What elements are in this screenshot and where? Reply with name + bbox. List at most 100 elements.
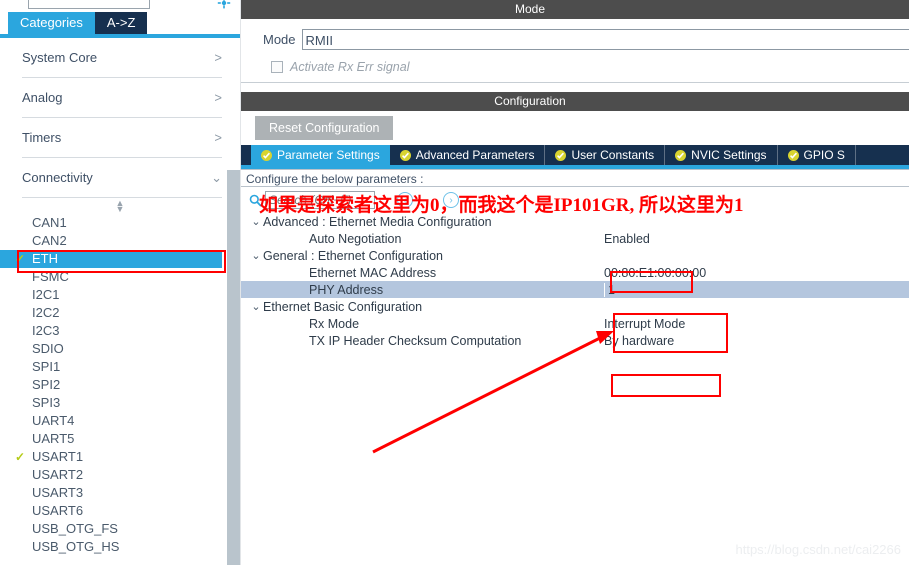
gear-icon[interactable] [217, 0, 231, 9]
category-label: Analog [22, 90, 63, 105]
sidebar-item-label: USART2 [32, 467, 84, 482]
category-label: Connectivity [22, 170, 93, 185]
tree-group-row[interactable]: ⌄ General : Ethernet Configuration [241, 247, 909, 264]
mode-section-header: Mode [241, 0, 909, 19]
sidebar-item-label: SPI3 [32, 395, 61, 410]
configuration-section-header: Configuration [241, 92, 909, 111]
sidebar-search-input[interactable] [28, 0, 150, 9]
sidebar-scrollbar[interactable] [227, 170, 240, 565]
tab-nvic-settings[interactable]: NVIC Settings [665, 145, 778, 165]
configuration-panel: Mode Mode RMII Activate Rx Err signal Co… [241, 0, 909, 565]
configuration-tab-bar: Parameter Settings Advanced Parameters Use… [241, 145, 909, 165]
category-analog[interactable]: Analog > [0, 78, 240, 117]
peripheral-sidebar: Categories A->Z System Core > Analog > T… [0, 0, 241, 565]
tab-categories[interactable]: Categories [8, 12, 95, 34]
check-icon: ✓ [15, 252, 26, 266]
tree-parameter-row[interactable]: TX IP Header Checksum Computation By hard… [241, 332, 909, 349]
chevron-right-icon: > [214, 50, 222, 65]
sidebar-item-label: USART1 [32, 449, 84, 464]
tree-parameter-row[interactable]: PHY Address 1 [241, 281, 909, 298]
parameter-name: PHY Address [309, 282, 384, 297]
parameter-name: Auto Negotiation [309, 231, 402, 246]
category-label: System Core [22, 50, 98, 65]
sidebar-splitter[interactable]: ▲ ▼ [0, 198, 240, 214]
sidebar-item-uart5[interactable]: UART5 [0, 430, 240, 448]
chevron-down-icon[interactable]: ⌄ [249, 300, 263, 313]
sidebar-item-spi1[interactable]: SPI1 [0, 358, 240, 376]
sidebar-item-label: UART5 [32, 431, 75, 446]
chevron-right-icon: > [214, 90, 222, 105]
tab-label: NVIC Settings [691, 148, 767, 162]
sidebar-item-eth[interactable]: ✓ ETH [0, 250, 240, 268]
parameter-name: Ethernet MAC Address [309, 265, 437, 280]
splitter-grip-icon: ▲ ▼ [115, 198, 125, 214]
check-circle-icon [787, 149, 799, 161]
chevron-down-icon[interactable]: ⌄ [249, 249, 263, 262]
category-connectivity[interactable]: Connectivity ⌄ [0, 158, 240, 197]
sidebar-item-spi3[interactable]: SPI3 [0, 394, 240, 412]
sidebar-item-usart1[interactable]: ✓ USART1 [0, 448, 240, 466]
sidebar-item-label: USB_OTG_HS [32, 539, 120, 554]
activate-rx-err-checkbox[interactable] [271, 61, 283, 73]
mode-select[interactable]: RMII [301, 28, 909, 50]
parameter-value: 00:80:E1:00:00:00 [604, 265, 707, 280]
check-icon: ✓ [15, 450, 26, 464]
tree-parameter-row[interactable]: Rx Mode Interrupt Mode [241, 315, 909, 332]
sidebar-item-usb_otg_fs[interactable]: USB_OTG_FS [0, 520, 240, 538]
tree-parameter-row[interactable]: Auto Negotiation Enabled [241, 230, 909, 247]
parameter-tree: ⌄ Advanced : Ethernet Media Configuration… [241, 213, 909, 349]
annotation-note: 如果是探索者这里为0，而我这个是IP101GR, 所以这里为1 [259, 195, 744, 216]
chevron-right-icon: > [214, 130, 222, 145]
sidebar-item-uart4[interactable]: UART4 [0, 412, 240, 430]
tab-gpio-s[interactable]: GPIO S [777, 145, 856, 165]
category-list: System Core > Analog > Timers > Connecti… [0, 38, 240, 198]
sidebar-item-i2c1[interactable]: I2C1 [0, 286, 240, 304]
sidebar-item-i2c2[interactable]: I2C2 [0, 304, 240, 322]
category-label: Timers [22, 130, 62, 145]
sidebar-item-spi2[interactable]: SPI2 [0, 376, 240, 394]
sidebar-item-label: USB_OTG_FS [32, 521, 118, 536]
activate-rx-err-row: Activate Rx Err signal [241, 60, 909, 74]
sidebar-item-can1[interactable]: CAN1 [0, 214, 240, 232]
peripheral-list: CAN1 CAN2 ✓ ETH FSMC I2C1 I2C2 I2C3 SDIO SPI1 SPI2… [0, 214, 240, 556]
sidebar-item-label: USART3 [32, 485, 84, 500]
tab-parameter-settings[interactable]: Parameter Settings [251, 145, 390, 165]
divider [22, 197, 222, 198]
tab-user-constants[interactable]: User Constants [545, 145, 666, 165]
parameter-value-input[interactable]: 1 [604, 282, 615, 297]
sidebar-item-usb_otg_hs[interactable]: USB_OTG_HS [0, 538, 240, 556]
sidebar-item-i2c3[interactable]: I2C3 [0, 322, 240, 340]
parameter-name: Rx Mode [309, 316, 360, 331]
tab-label: Parameter Settings [277, 148, 380, 162]
mode-row: Mode RMII [241, 28, 909, 50]
tab-a-to-z[interactable]: A->Z [94, 12, 148, 34]
tree-group-row[interactable]: ⌄ Ethernet Basic Configuration [241, 298, 909, 315]
tab-advanced-parameters[interactable]: Advanced Parameters [389, 145, 546, 165]
sidebar-item-label: ETH [32, 251, 58, 266]
sidebar-item-usart2[interactable]: USART2 [0, 466, 240, 484]
sidebar-item-can2[interactable]: CAN2 [0, 232, 240, 250]
parameter-value: By hardware [604, 333, 675, 348]
category-system-core[interactable]: System Core > [0, 38, 240, 77]
reset-configuration-button[interactable]: Reset Configuration [255, 116, 394, 140]
tab-label: User Constants [571, 148, 655, 162]
sidebar-item-usart3[interactable]: USART3 [0, 484, 240, 502]
divider [241, 82, 909, 83]
category-timers[interactable]: Timers > [0, 118, 240, 157]
sidebar-item-label: USART6 [32, 503, 84, 518]
sidebar-item-usart6[interactable]: USART6 [0, 502, 240, 520]
tree-parameter-row[interactable]: Ethernet MAC Address 00:80:E1:00:00:00 [241, 264, 909, 281]
parameter-value: Enabled [604, 231, 650, 246]
sidebar-item-label: I2C3 [32, 323, 60, 338]
mode-label: Mode [263, 31, 296, 47]
tab-label: GPIO S [803, 148, 845, 162]
sidebar-topbar [0, 0, 240, 12]
check-circle-icon [555, 149, 567, 161]
parameter-name: TX IP Header Checksum Computation [309, 333, 522, 348]
configuration-toolbar: Reset Configuration [241, 111, 909, 145]
sidebar-item-label: I2C1 [32, 287, 60, 302]
parameter-value: Interrupt Mode [604, 316, 686, 331]
sidebar-item-fsmc[interactable]: FSMC [0, 268, 240, 286]
sidebar-item-sdio[interactable]: SDIO [0, 340, 240, 358]
chevron-down-icon: ⌄ [211, 170, 222, 185]
